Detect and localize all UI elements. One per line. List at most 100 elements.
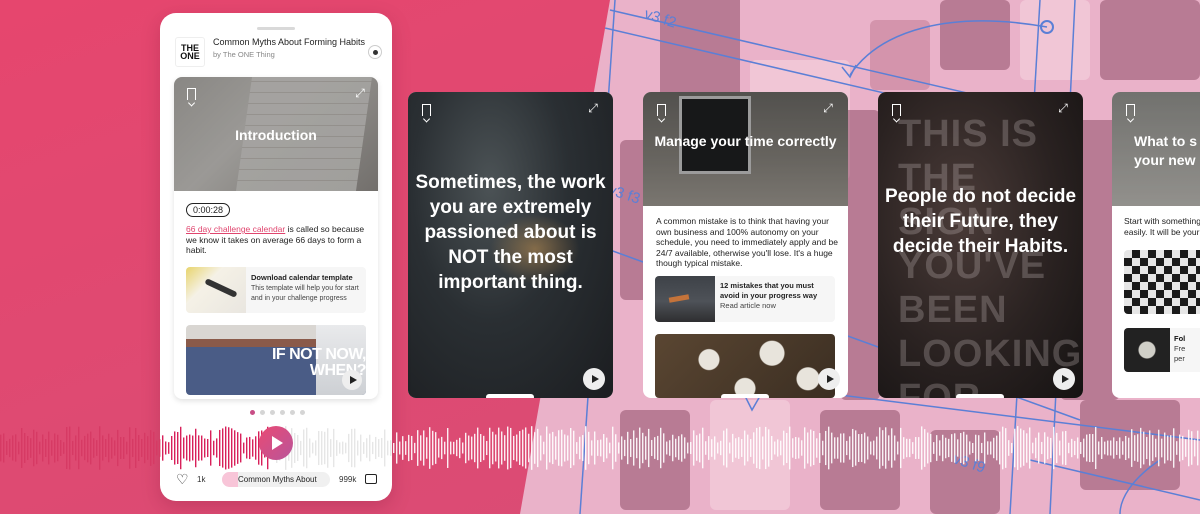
waveform-bar xyxy=(798,437,800,459)
waveform-bar xyxy=(735,438,737,458)
pagination-dot[interactable] xyxy=(270,410,275,415)
bookmark-icon[interactable] xyxy=(892,104,901,116)
story-card-quote[interactable]: ⤢ Sometimes, the work you are extremely … xyxy=(408,92,613,398)
waveform-bar xyxy=(159,439,161,457)
play-icon[interactable] xyxy=(818,368,840,390)
waveform-bar xyxy=(711,439,713,457)
play-button[interactable] xyxy=(259,426,293,460)
calendar-link[interactable]: 66 day challenge calendar xyxy=(186,224,285,234)
waveform-bar xyxy=(321,431,323,465)
waveform-bar xyxy=(642,432,644,464)
waveform-bar xyxy=(576,442,578,454)
waveform-bar xyxy=(699,433,701,463)
waveform-bar xyxy=(1152,435,1154,461)
waveform-bar xyxy=(912,442,914,454)
pagination-dot[interactable] xyxy=(300,410,305,415)
waveform-bar xyxy=(69,426,71,470)
article-link-card[interactable]: 12 mistakes that you must avoid in your … xyxy=(655,276,835,322)
bookmark-icon[interactable] xyxy=(422,104,431,116)
video-thumbnail[interactable]: IF NOT NOW, WHEN? xyxy=(186,325,366,395)
waveform-bar xyxy=(1167,435,1169,461)
card-title-line: your new xyxy=(1134,152,1196,168)
waveform-bar xyxy=(1095,426,1097,470)
waveform-bar xyxy=(936,435,938,461)
drag-handle[interactable] xyxy=(721,394,769,398)
card-title: What to s your new xyxy=(1134,132,1197,170)
bookmark-icon[interactable] xyxy=(1126,104,1135,116)
waveform-bar xyxy=(849,436,851,460)
waveform-bar xyxy=(75,435,77,461)
drag-handle[interactable] xyxy=(486,394,534,398)
episode-title: Common Myths About Forming Habits xyxy=(213,37,366,47)
waveform-bar xyxy=(99,426,101,470)
expand-icon[interactable]: ⤢ xyxy=(354,87,366,99)
audio-waveform[interactable] xyxy=(0,420,1200,476)
waveform-bar xyxy=(987,441,989,455)
waveform-bar xyxy=(681,434,683,462)
waveform-bar xyxy=(1011,442,1013,454)
article-link[interactable]: Read article now xyxy=(720,301,830,310)
waveform-bar xyxy=(375,436,377,460)
waveform-bar xyxy=(6,441,8,455)
story-card-introduction[interactable]: ⤢ Introduction 0:00:28 66 day challenge … xyxy=(174,77,378,399)
bookmark-icon[interactable] xyxy=(187,88,196,100)
waveform-bar xyxy=(1083,438,1085,458)
expand-icon[interactable]: ⤢ xyxy=(587,102,599,114)
pagination-dot[interactable] xyxy=(280,410,285,415)
drag-handle[interactable] xyxy=(956,394,1004,398)
waveform-bar xyxy=(645,436,647,460)
waveform-bar xyxy=(852,428,854,468)
waveform-bar xyxy=(1047,436,1049,460)
waveform-bar xyxy=(1110,440,1112,456)
waveform-bar xyxy=(474,433,476,463)
download-template-card[interactable]: Download calendar template This template… xyxy=(186,267,366,313)
pagination-dot[interactable] xyxy=(290,410,295,415)
waveform-bar xyxy=(630,439,632,457)
expand-icon[interactable]: ⤢ xyxy=(822,102,834,114)
waveform-bar xyxy=(246,437,248,459)
waveform-bar xyxy=(123,437,125,459)
pagination-dot[interactable] xyxy=(250,410,255,415)
waveform-bar xyxy=(846,440,848,456)
play-icon[interactable] xyxy=(583,368,605,390)
waveform-bar xyxy=(510,427,512,469)
waveform-bar xyxy=(891,428,893,468)
waveform-bar xyxy=(210,430,212,466)
waveform-bar xyxy=(657,435,659,461)
waveform-bar xyxy=(804,427,806,469)
waveform-bar xyxy=(780,440,782,456)
waveform-bar xyxy=(1146,436,1148,460)
waveform-bar xyxy=(243,442,245,454)
timestamp-badge[interactable]: 0:00:28 xyxy=(186,203,231,217)
sheet-grabber[interactable] xyxy=(257,27,295,30)
resource-link-card[interactable]: Fol Fre per xyxy=(1124,328,1200,372)
waveform-bar xyxy=(732,433,734,463)
play-icon[interactable] xyxy=(1053,368,1075,390)
waveform-bar xyxy=(1176,441,1178,455)
waveform-bar xyxy=(534,432,536,464)
waveform-bar xyxy=(552,431,554,465)
bookmark-icon[interactable] xyxy=(657,104,666,116)
waveform-bar xyxy=(756,427,758,469)
waveform-bar xyxy=(918,437,920,459)
waveform-bar xyxy=(225,426,227,470)
podcast-author[interactable]: by The ONE Thing xyxy=(213,50,368,59)
story-card-manage-time[interactable]: ⤢ Manage your time correctly A common mi… xyxy=(643,92,848,398)
story-card-quote-habits[interactable]: THIS IS THE SIGN YOU'VE BEEN LOOKING FOR… xyxy=(878,92,1083,398)
waveform-bar xyxy=(1089,433,1091,463)
waveform-bar xyxy=(972,442,974,454)
waveform-bar xyxy=(102,435,104,461)
waveform-bar xyxy=(306,427,308,469)
expand-icon[interactable]: ⤢ xyxy=(1057,102,1069,114)
waveform-bar xyxy=(897,441,899,455)
clocks-video-thumbnail[interactable] xyxy=(655,334,835,398)
waveform-bar xyxy=(963,431,965,465)
pagination-dot[interactable] xyxy=(260,410,265,415)
broadcast-icon[interactable] xyxy=(368,45,382,59)
waveform-bar xyxy=(1086,434,1088,462)
waveform-bar xyxy=(171,435,173,461)
waveform-bar xyxy=(843,433,845,463)
play-icon[interactable] xyxy=(342,370,362,390)
story-card-new-habit[interactable]: What to s your new Start with something … xyxy=(1112,92,1200,398)
waveform-bar xyxy=(1188,429,1190,467)
